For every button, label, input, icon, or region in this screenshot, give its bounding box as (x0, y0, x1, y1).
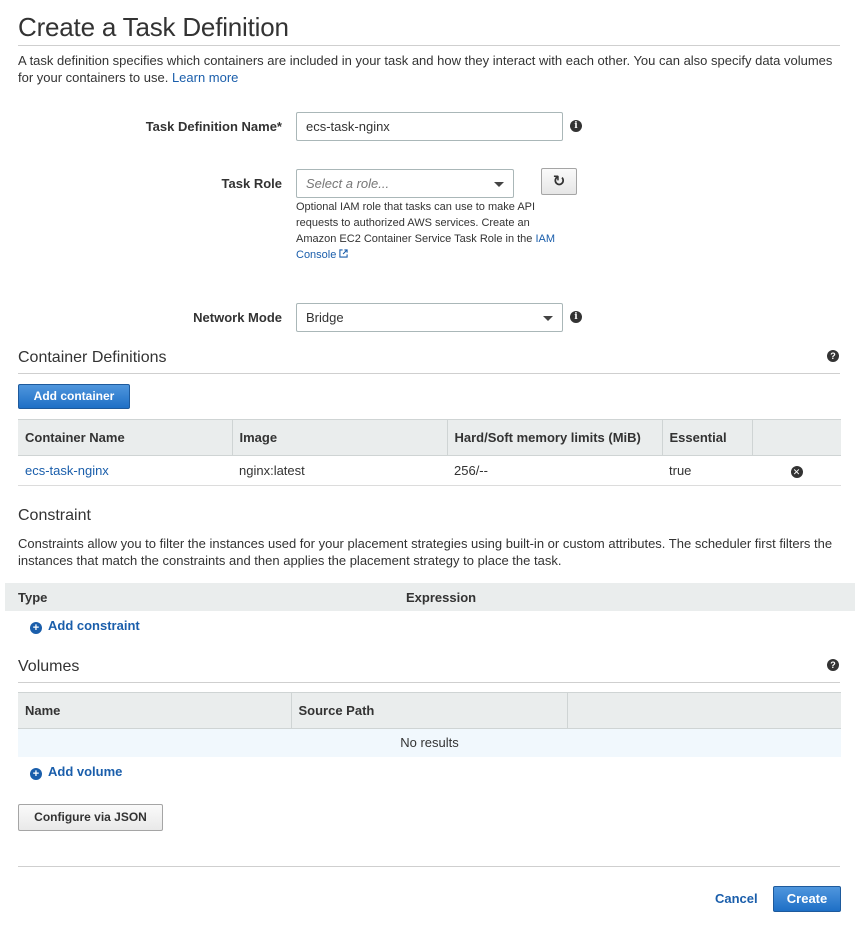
task-role-help: Optional IAM role that tasks can use to … (296, 201, 536, 245)
network-mode-label: Network Mode (193, 310, 282, 325)
learn-more-link[interactable]: Learn more (172, 70, 238, 85)
task-role-label: Task Role (221, 176, 282, 191)
plus-circle-icon: + (30, 622, 42, 634)
title-divider (18, 45, 840, 46)
column-header[interactable]: Type (18, 590, 47, 605)
container-memory: 256/-- (447, 455, 662, 486)
task-definition-name-input[interactable]: ecs-task-nginx (296, 112, 563, 141)
volumes-table: Name Source Path No results (18, 692, 841, 757)
question-icon[interactable]: ? (827, 350, 839, 362)
constraint-title: Constraint (18, 507, 91, 524)
task-role-select[interactable]: Select a role... (296, 169, 514, 198)
intro-text: A task definition specifies which contai… (18, 52, 844, 86)
constraint-table-header: Type Expression (5, 583, 855, 611)
info-icon[interactable]: i (570, 311, 582, 323)
chevron-down-icon (543, 316, 553, 321)
chevron-down-icon (494, 182, 504, 187)
add-container-button[interactable]: Add container (18, 384, 130, 409)
question-icon[interactable]: ? (827, 659, 839, 671)
column-header[interactable]: Name (18, 692, 292, 729)
page-title: Create a Task Definition (18, 12, 289, 42)
create-button[interactable]: Create (773, 886, 841, 912)
table-row: ecs-task-nginx nginx:latest 256/-- true … (18, 455, 841, 486)
column-header[interactable]: Expression (406, 590, 476, 605)
task-role-help-text: Optional IAM role that tasks can use to … (296, 199, 558, 263)
external-link-icon (339, 249, 348, 258)
empty-results: No results (18, 728, 841, 757)
table-row: No results (18, 728, 841, 757)
column-header[interactable]: Image (232, 419, 448, 456)
column-header[interactable]: Essential (662, 419, 753, 456)
container-essential: true (662, 455, 752, 486)
network-mode-value: Bridge (306, 310, 344, 325)
info-icon[interactable]: i (570, 120, 582, 132)
add-volume-link[interactable]: + Add volume (30, 764, 122, 780)
task-role-placeholder: Select a role... (306, 176, 390, 191)
column-header (752, 419, 841, 456)
container-definitions-table: Container Name Image Hard/Soft memory li… (18, 419, 841, 486)
plus-circle-icon: + (30, 768, 42, 780)
section-divider (18, 682, 840, 683)
volumes-title: Volumes (18, 658, 80, 675)
section-divider (18, 373, 840, 374)
column-header (567, 692, 841, 729)
column-header[interactable]: Source Path (291, 692, 568, 729)
column-header[interactable]: Container Name (18, 419, 233, 456)
add-constraint-label: Add constraint (48, 618, 140, 633)
add-volume-label: Add volume (48, 764, 123, 779)
add-constraint-link[interactable]: + Add constraint (30, 618, 140, 634)
column-header[interactable]: Hard/Soft memory limits (MiB) (447, 419, 663, 456)
cancel-button[interactable]: Cancel (715, 891, 758, 906)
remove-circle-icon[interactable]: ✕ (790, 466, 803, 478)
configure-via-json-button[interactable]: Configure via JSON (18, 804, 163, 831)
refresh-icon: ↻ (552, 173, 566, 190)
container-image: nginx:latest (232, 455, 447, 486)
network-mode-select[interactable]: Bridge (296, 303, 563, 332)
container-definitions-title: Container Definitions (18, 349, 167, 366)
constraint-description: Constraints allow you to filter the inst… (18, 536, 833, 568)
refresh-roles-button[interactable]: ↻ (541, 168, 577, 195)
footer-divider (18, 866, 840, 867)
intro-description: A task definition specifies which contai… (18, 53, 833, 85)
container-name-link[interactable]: ecs-task-nginx (25, 463, 109, 478)
task-definition-name-label: Task Definition Name* (145, 119, 282, 134)
